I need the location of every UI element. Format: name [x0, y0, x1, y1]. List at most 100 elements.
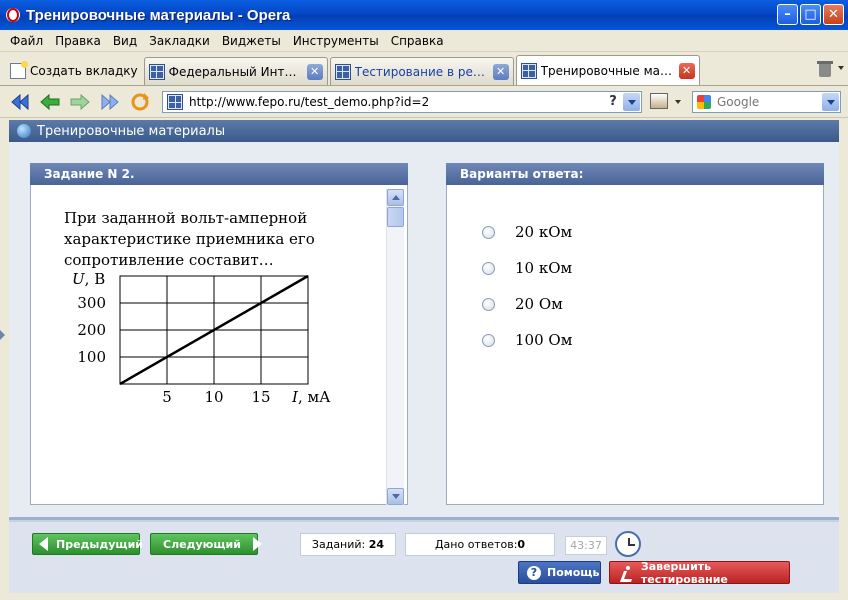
question-line: При заданной вольт-амперной	[64, 209, 308, 227]
page-header-title: Тренировочные материалы	[37, 123, 226, 139]
search-box[interactable]	[692, 91, 841, 113]
answer-radio[interactable]	[482, 297, 495, 311]
answer-label: 20 кОм	[515, 223, 573, 241]
tab-label: Федеральный Интерн...	[168, 64, 303, 79]
rewind-button[interactable]	[8, 91, 32, 113]
window-titlebar: Тренировочные материалы - Opera – □ ✕	[0, 0, 848, 30]
answers-title: Варианты ответа:	[446, 163, 824, 185]
new-tab-button[interactable]: Создать вкладку	[4, 57, 144, 85]
forward-arrow-icon	[70, 93, 90, 110]
opera-logo-icon	[6, 8, 20, 22]
y-axis-label: U, В	[72, 270, 105, 288]
answer-option[interactable]: 100 Ом	[482, 322, 572, 358]
reload-button[interactable]	[128, 91, 152, 113]
answer-option[interactable]: 10 кОм	[482, 250, 572, 286]
new-tab-icon	[10, 61, 28, 79]
answered-count: 0	[517, 538, 526, 551]
image-toggle-icon[interactable]	[650, 93, 668, 109]
finish-test-button[interactable]: Завершить тестирование	[609, 560, 790, 586]
page-icon	[520, 62, 537, 79]
tab-close-icon[interactable]: ✕	[678, 62, 695, 79]
scroll-down-button[interactable]	[387, 488, 404, 505]
minimize-button[interactable]: –	[777, 4, 798, 25]
tab-close-icon[interactable]: ✕	[306, 63, 323, 80]
answer-option[interactable]: 20 кОм	[482, 214, 572, 250]
scroll-thumb[interactable]	[387, 207, 404, 227]
address-dropdown-icon[interactable]	[623, 93, 640, 111]
address-url[interactable]: http://www.fepo.ru/test_demo.php?id=2	[189, 95, 429, 109]
tab-federal[interactable]: Федеральный Интерн... ✕	[143, 57, 328, 85]
back-arrow-icon	[40, 93, 60, 110]
arrow-right-icon	[252, 537, 262, 551]
y-tick-label: 200	[77, 321, 106, 339]
y-tick-label: 300	[77, 294, 106, 312]
back-button[interactable]	[38, 91, 62, 113]
trash-icon[interactable]	[817, 60, 834, 78]
menu-view[interactable]: Вид	[107, 34, 143, 48]
y-tick-label: 100	[77, 348, 106, 366]
reload-icon	[131, 92, 149, 110]
runner-icon	[620, 565, 633, 580]
rewind-icon	[11, 93, 29, 110]
next-button[interactable]: Следующий	[150, 533, 262, 555]
menu-edit[interactable]: Правка	[49, 34, 107, 48]
task-title: Задание N 2.	[30, 163, 408, 185]
vi-chart: 5 10 15 100 200 300 U, В I, мА	[72, 270, 331, 406]
x-axis-label: I, мА	[291, 388, 331, 406]
tasks-count-box: Заданий: 24	[300, 533, 396, 556]
window-title: Тренировочные материалы - Opera	[26, 6, 291, 24]
answered-label: Дано ответов:	[434, 538, 518, 551]
maximize-button[interactable]: □	[800, 4, 821, 25]
trash-dropdown-icon[interactable]	[838, 66, 844, 70]
google-icon	[697, 95, 711, 109]
tab-close-icon[interactable]: ✕	[492, 63, 509, 80]
footer-stripe	[9, 520, 839, 522]
tab-label: Тестирование в реж...	[354, 64, 489, 79]
answer-label: 10 кОм	[515, 259, 573, 277]
menu-widgets[interactable]: Виджеты	[216, 34, 287, 48]
forward-button[interactable]	[68, 91, 92, 113]
answer-option[interactable]: 20 Ом	[482, 286, 572, 322]
search-input[interactable]	[717, 95, 817, 109]
menu-bookmarks[interactable]: Закладки	[143, 34, 216, 48]
menu-file[interactable]: Файл	[4, 34, 49, 48]
close-window-button[interactable]: ✕	[823, 4, 844, 25]
x-tick-label: 15	[251, 388, 270, 406]
menu-bar: Файл Правка Вид Закладки Виджеты Инструм…	[0, 30, 848, 52]
page-icon	[148, 63, 165, 80]
previous-label: Предыдущий	[56, 537, 144, 551]
tasks-label: Заданий:	[311, 538, 366, 551]
task-scrollbar[interactable]	[386, 189, 404, 505]
x-tick-label: 5	[162, 388, 172, 406]
help-button[interactable]: ? Помощь	[518, 561, 601, 584]
answered-count-box: Дано ответов: 0	[405, 533, 555, 556]
menu-help[interactable]: Справка	[385, 34, 450, 48]
answer-radio[interactable]	[482, 261, 495, 275]
search-dropdown-icon[interactable]	[822, 93, 839, 111]
question-text: При заданной вольт-амперной характеристи…	[64, 208, 334, 271]
globe-icon	[17, 124, 31, 138]
tab-bar: Создать вкладку Федеральный Интерн... ✕ …	[0, 52, 848, 86]
site-info-icon[interactable]: ?	[605, 94, 621, 110]
address-bar[interactable]: http://www.fepo.ru/test_demo.php?id=2 ?	[162, 91, 642, 113]
clock-icon	[615, 531, 641, 557]
fast-forward-button[interactable]	[98, 91, 122, 113]
tab-testing[interactable]: Тестирование в реж... ✕	[329, 57, 514, 85]
answer-radio[interactable]	[482, 225, 495, 239]
previous-button[interactable]: Предыдущий	[32, 533, 144, 555]
new-tab-label: Создать вкладку	[30, 64, 138, 78]
answer-options: 20 кОм 10 кОм 20 Ом 100 Ом	[482, 214, 572, 358]
scroll-up-button[interactable]	[387, 189, 404, 206]
image-toggle-dropdown-icon[interactable]	[675, 100, 681, 104]
next-label: Следующий	[163, 537, 241, 551]
tab-training[interactable]: Тренировочные мате... ✕	[515, 55, 700, 85]
sidebar-toggle-icon[interactable]	[0, 330, 5, 340]
scroll-down-icon	[391, 494, 400, 499]
menu-tools[interactable]: Инструменты	[287, 34, 385, 48]
answer-label: 100 Ом	[515, 331, 573, 349]
tab-label: Тренировочные мате...	[540, 63, 675, 78]
page-header: Тренировочные материалы	[9, 120, 839, 142]
scroll-up-icon	[391, 195, 400, 200]
page-icon	[167, 94, 183, 110]
answer-radio[interactable]	[482, 333, 495, 347]
